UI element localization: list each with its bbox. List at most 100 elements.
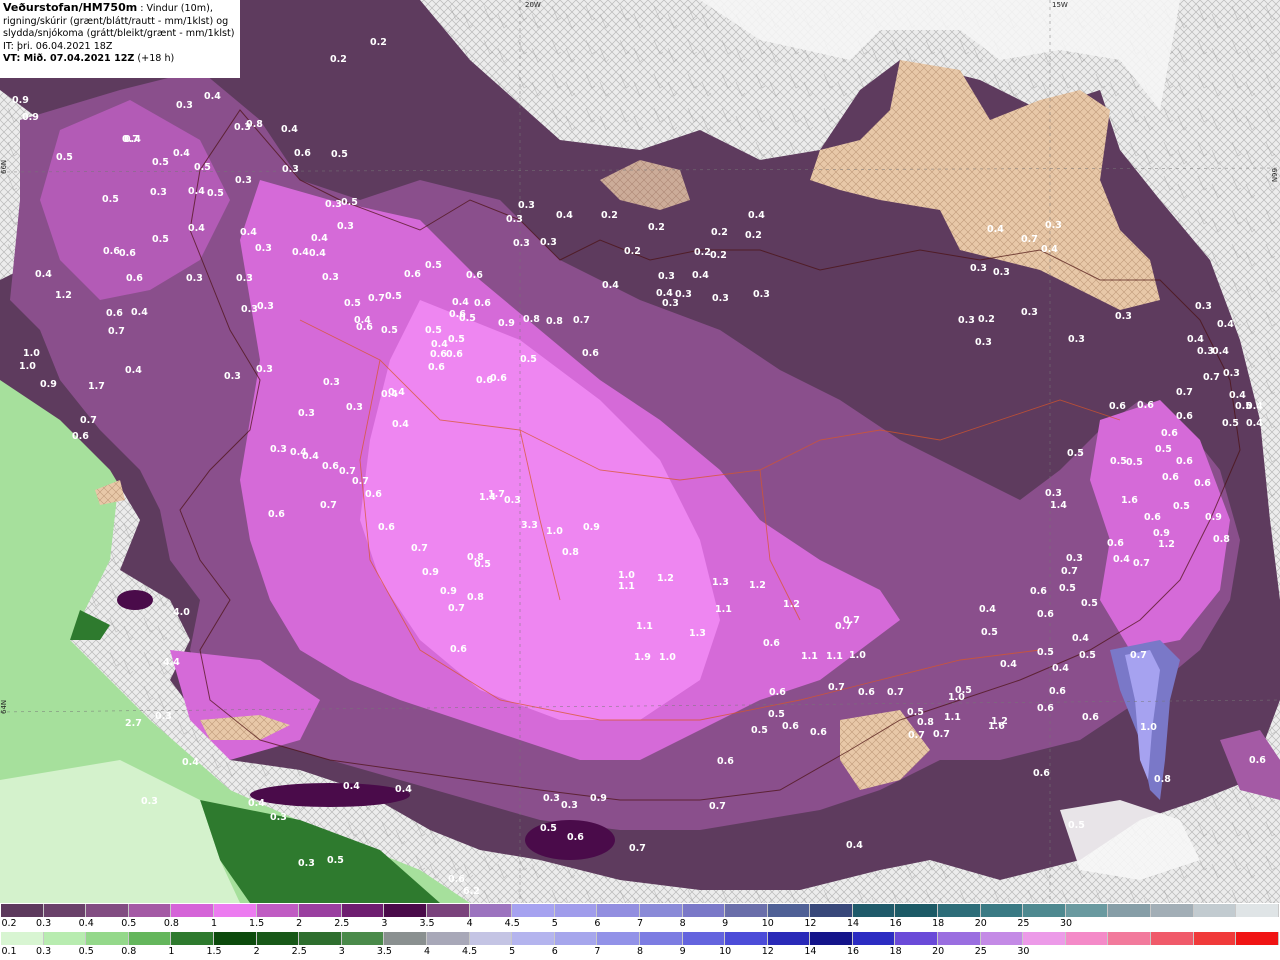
precip-value-label: 0.5	[327, 855, 344, 866]
precip-value-label: 0.6	[1249, 755, 1266, 766]
precip-value-label: 0.5	[381, 325, 398, 336]
legend-swatch	[938, 904, 981, 917]
precip-value-label: 1.2	[783, 599, 800, 610]
legend-swatch	[128, 904, 172, 917]
precip-value-label: 0.3	[186, 273, 203, 284]
precip-value-label: 0.5	[425, 325, 442, 336]
precip-value-label: 1.1	[944, 712, 961, 723]
precip-value-label: 1.2	[749, 580, 766, 591]
precip-value-label: 0.3	[658, 271, 675, 282]
precip-value-label: 0.4	[1246, 418, 1263, 429]
legend-label: 16	[846, 946, 860, 957]
header-valid-time: VT: Mið. 07.04.2021 12Z	[3, 53, 135, 65]
precip-value-label: 0.6	[810, 727, 827, 738]
legend-swatch	[639, 932, 683, 945]
legend-swatch	[171, 904, 214, 917]
precip-value-label: 0.3	[993, 267, 1010, 278]
precip-value-label: 0.9	[583, 522, 600, 533]
precip-value-label: 0.7	[835, 621, 852, 632]
precip-value-label: 0.7	[1021, 234, 1038, 245]
legend-label: 9	[722, 918, 729, 929]
precip-value-label: 0.8	[562, 547, 579, 558]
precip-value-label: 0.7	[320, 500, 337, 511]
precip-value-label: 1.1	[636, 621, 653, 632]
legend-swatch	[895, 904, 939, 917]
precip-value-label: 0.6	[449, 309, 466, 320]
legend-label: 5	[551, 918, 558, 929]
legend-swatch	[980, 932, 1024, 945]
precip-value-label: 0.3	[543, 793, 560, 804]
precip-value-label: 3.3	[521, 520, 538, 531]
header-lead-time: (+18 h)	[134, 53, 175, 65]
legend-label: 4	[466, 918, 473, 929]
legend-labels-snow: 0.2 0.3 0.4 0.5 0.8 1 1.5 2 2.5 3 3.5 4 4.5 5 6 7 8 9 10 12…	[1, 918, 1279, 930]
precip-value-label: 0.9	[590, 793, 607, 804]
precip-value-label: 1.1	[715, 604, 732, 615]
legend-label: 4.5	[462, 946, 478, 957]
legend-swatch	[597, 904, 640, 917]
lat-label-66n-left: 66N	[0, 160, 8, 174]
legend-swatch	[512, 904, 555, 917]
precip-value-label: 0.5	[194, 162, 211, 173]
precip-value-label: 0.2	[370, 37, 387, 48]
legend-label: 2	[253, 946, 260, 957]
precip-value-label: 0.3	[518, 200, 535, 211]
precip-value-label: 1.0	[19, 361, 36, 372]
legend-swatch	[1236, 904, 1279, 917]
legend-label: 4.5	[504, 918, 520, 929]
precip-value-label: 0.6	[119, 248, 136, 259]
precip-value-label: 0.4	[556, 210, 573, 221]
precip-value-label: 0.3	[1045, 220, 1062, 231]
precip-value-label: 0.7	[1061, 566, 1078, 577]
precip-value-label: 0.5	[1081, 598, 1098, 609]
precip-value-label: 0.6	[582, 348, 599, 359]
precip-value-label: 0.6	[476, 375, 493, 386]
precip-value-label: 0.3	[1045, 488, 1062, 499]
legend-label: 30	[1059, 918, 1073, 929]
legend-swatch	[469, 932, 513, 945]
precip-value-label: 1.1	[801, 651, 818, 662]
precip-value-label: 0.2	[601, 210, 618, 221]
legend-swatch	[682, 904, 726, 917]
precip-value-label: 0.3	[282, 164, 299, 175]
precip-value-label: 0.3	[257, 301, 274, 312]
precip-value-label: 1.0	[948, 692, 965, 703]
legend-label: 3.5	[376, 946, 392, 957]
precip-value-label: 0.5	[1079, 650, 1096, 661]
precip-value-label: 0.3	[975, 337, 992, 348]
legend-swatch	[213, 932, 257, 945]
precip-value-label: 1.1	[618, 581, 635, 592]
legend-swatch	[1023, 932, 1066, 945]
precip-value-label: 1.3	[712, 577, 729, 588]
precip-value-label: 1.0	[23, 348, 40, 359]
precip-value-label: 1.0	[1140, 722, 1157, 733]
legend-swatch	[384, 932, 427, 945]
precip-value-label: 0.4	[35, 269, 52, 280]
legend-label: 0.3	[36, 946, 52, 957]
precip-value-label: 0.4	[395, 784, 412, 795]
precip-value-label: 0.4	[602, 280, 619, 291]
precip-value-label: 1.6	[988, 721, 1005, 732]
legend-label: 12	[804, 918, 817, 929]
precip-value-label: 0.4	[1187, 334, 1204, 345]
precip-value-label: 0.4	[1217, 319, 1234, 330]
precip-value-label: 0.3	[241, 304, 258, 315]
precip-value-label: 0.3	[513, 238, 530, 249]
precip-value-label: 0.9	[12, 95, 29, 106]
legend-label: 0.5	[78, 946, 94, 957]
precip-value-label: 0.6	[430, 349, 447, 360]
precip-value-label: 0.5	[1068, 820, 1085, 831]
lat-label-66n-right: 66N	[1270, 168, 1278, 182]
legend-swatch	[128, 932, 172, 945]
legend-label: 1	[168, 946, 175, 957]
legend-swatch	[1108, 932, 1152, 945]
precip-value-label: 0.6	[356, 322, 373, 333]
legend-label: 10	[719, 946, 732, 957]
precip-value-label: 0.3	[141, 796, 158, 807]
legend-swatch	[213, 904, 257, 917]
precip-value-label: 0.8	[467, 592, 484, 603]
precip-value-label: 0.3	[224, 371, 241, 382]
precip-value-label: 0.6	[378, 522, 395, 533]
legend-label: 0.4	[78, 918, 94, 929]
precip-value-label: 0.6	[1049, 686, 1066, 697]
